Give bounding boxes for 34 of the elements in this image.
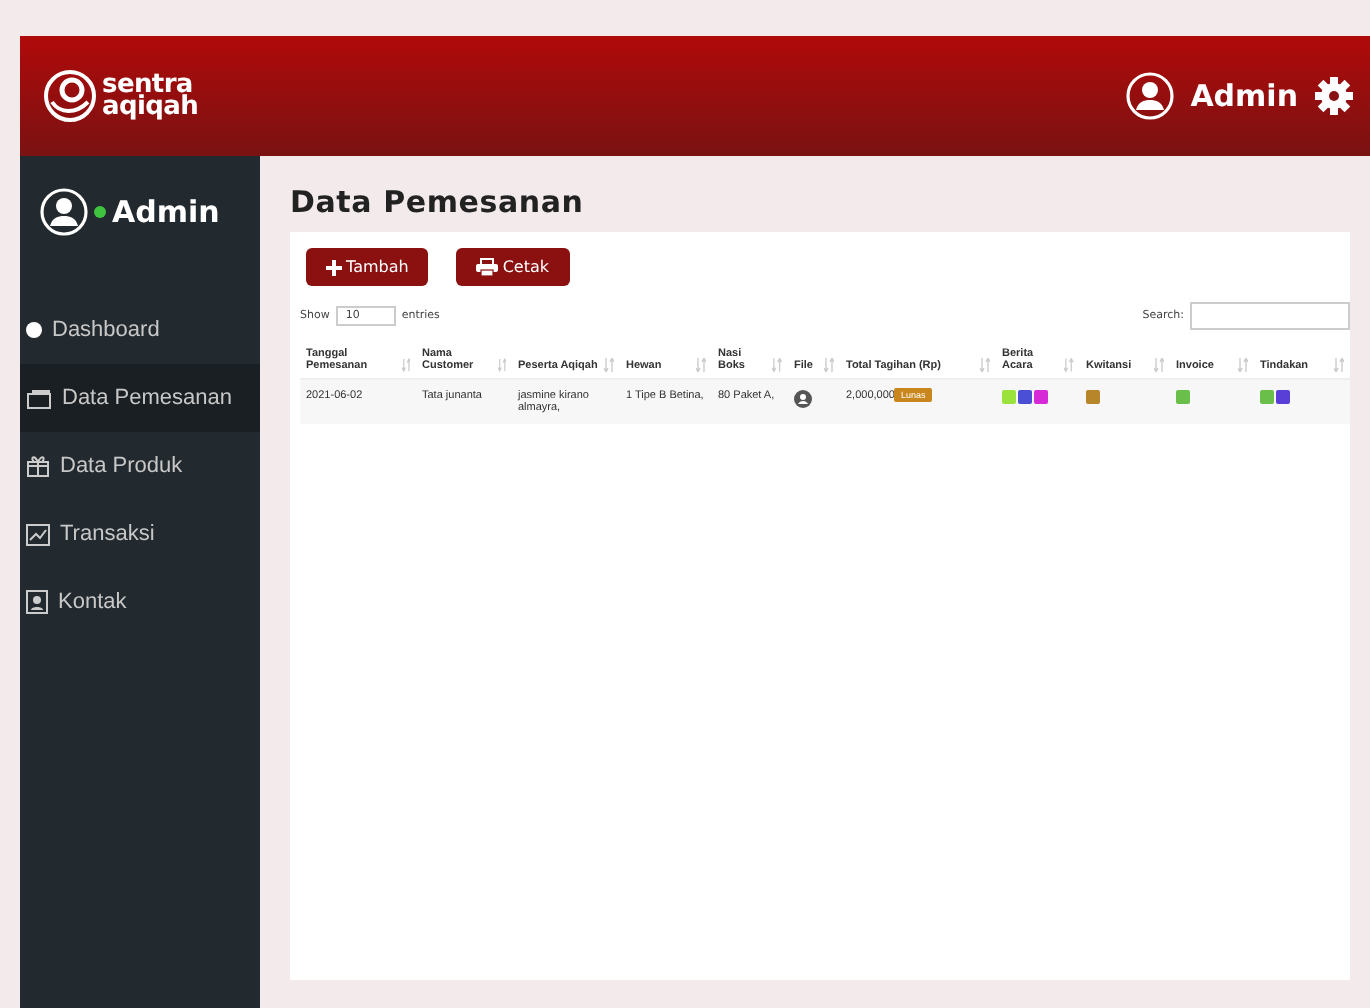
sort-icon[interactable] [1064,358,1074,372]
sort-icon[interactable] [696,358,706,372]
print-icon [476,258,499,276]
gift-icon [26,454,50,478]
user-name: Admin [112,194,220,230]
logo-text: aqiqah [102,96,199,118]
add-button[interactable]: Tambah [306,248,429,286]
contact-icon [26,590,48,614]
sort-icon[interactable] [497,358,506,372]
sort-icon[interactable] [1238,358,1248,372]
sort-icon[interactable] [824,358,834,372]
sort-icon[interactable] [1154,358,1164,372]
sort-icon[interactable] [772,358,782,372]
bullet-icon [26,322,42,338]
sidebar-item[interactable]: Data Produk [20,432,260,500]
user-avatar-icon [40,188,88,236]
sort-icon[interactable] [1334,358,1344,372]
sort-icon[interactable] [604,358,614,372]
page-title: Data Pemesanan [290,184,586,220]
logo-icon [44,70,96,122]
settings-icon[interactable] [1314,76,1354,116]
plus-icon [326,259,342,275]
chart-icon [26,523,50,545]
sort-icon[interactable] [401,358,410,372]
sidebar-item[interactable]: Data Pemesanan [20,364,260,432]
sort-icon[interactable] [980,358,990,372]
user-name[interactable]: Admin [1190,78,1298,114]
sidebar-item[interactable]: Dashboard [20,296,260,364]
print-button[interactable]: Cetak [456,248,569,286]
search-field[interactable] [1190,302,1350,330]
sidebar-item[interactable]: Kontak [20,568,260,636]
logo-text: sentra [102,74,193,96]
sidebar-item[interactable]: Transaksi [20,500,260,568]
user-avatar-icon [1126,72,1175,120]
